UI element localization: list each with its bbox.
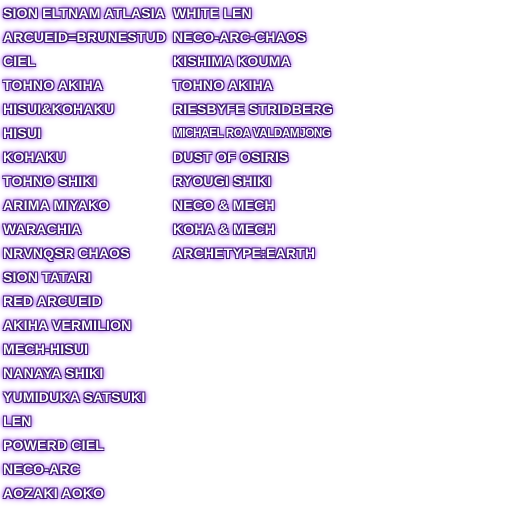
character-option[interactable]: RED ARCUEID xyxy=(3,290,166,314)
character-option[interactable]: KISHIMA KOUMA xyxy=(173,50,348,74)
character-option[interactable]: LEN xyxy=(3,410,166,434)
character-option[interactable]: AOZAKI AOKO xyxy=(3,482,166,506)
character-option[interactable]: MECH-HISUI xyxy=(3,338,166,362)
character-option[interactable]: KOHAKU xyxy=(3,146,166,170)
character-option[interactable]: HISUI xyxy=(3,122,166,146)
character-option[interactable]: ARCHETYPE:EARTH xyxy=(173,242,348,266)
character-option[interactable]: NECO-ARC xyxy=(3,458,166,482)
character-option[interactable]: MICHAEL ROA VALDAMJONG xyxy=(173,122,331,146)
character-option[interactable]: CIEL xyxy=(3,50,166,74)
character-option[interactable]: POWERD CIEL xyxy=(3,434,166,458)
character-select-list: SION ELTNAM ATLASIA ARCUEID=BRUNESTUD CI… xyxy=(0,0,512,512)
character-option[interactable]: WARACHIA xyxy=(3,218,166,242)
character-option[interactable]: NANAYA SHIKI xyxy=(3,362,166,386)
character-option[interactable]: SION TATARI xyxy=(3,266,166,290)
character-option[interactable]: YUMIDUKA SATSUKI xyxy=(3,386,166,410)
character-option[interactable]: NECO & MECH xyxy=(173,194,348,218)
character-option[interactable]: NECO-ARC-CHAOS xyxy=(173,26,348,50)
character-option[interactable]: TOHNO AKIHA xyxy=(3,74,166,98)
character-option[interactable]: KOHA & MECH xyxy=(173,218,348,242)
character-option[interactable]: HISUI&KOHAKU xyxy=(3,98,166,122)
character-column-left: SION ELTNAM ATLASIA ARCUEID=BRUNESTUD CI… xyxy=(3,2,166,506)
character-option[interactable]: WHITE LEN xyxy=(173,2,348,26)
character-option[interactable]: ARCUEID=BRUNESTUD xyxy=(3,26,166,50)
character-option[interactable]: SION ELTNAM ATLASIA xyxy=(3,2,166,26)
character-option[interactable]: ARIMA MIYAKO xyxy=(3,194,166,218)
character-column-right: WHITE LEN NECO-ARC-CHAOS KISHIMA KOUMA T… xyxy=(173,2,348,266)
character-option[interactable]: RYOUGI SHIKI xyxy=(173,170,348,194)
character-option[interactable]: NRVNQSR CHAOS xyxy=(3,242,166,266)
character-option[interactable]: AKIHA VERMILION xyxy=(3,314,166,338)
character-option[interactable]: DUST OF OSIRIS xyxy=(173,146,348,170)
character-option[interactable]: RIESBYFE STRIDBERG xyxy=(173,98,348,122)
character-option[interactable]: TOHNO AKIHA xyxy=(173,74,348,98)
character-option[interactable]: TOHNO SHIKI xyxy=(3,170,166,194)
